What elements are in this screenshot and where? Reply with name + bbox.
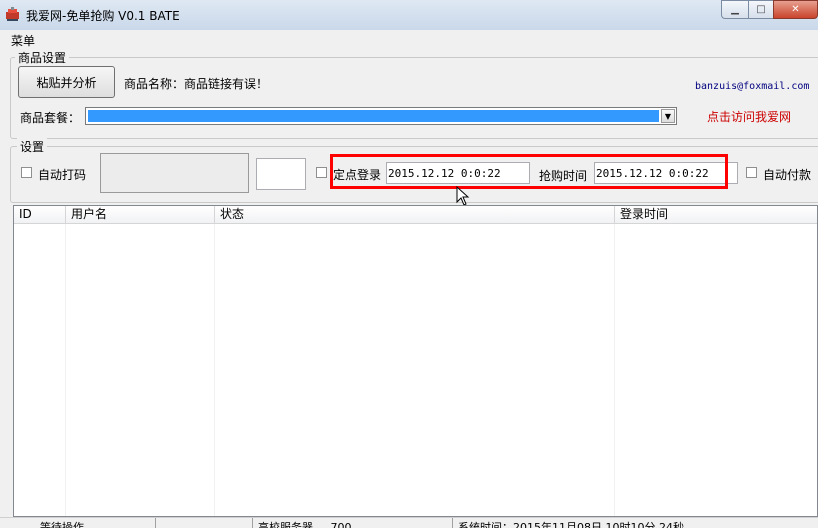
menu-bar: 菜单	[0, 30, 818, 48]
close-button[interactable]: ✕	[773, 0, 818, 19]
contact-email: banzuis@foxmail.com	[695, 81, 810, 92]
close-icon: ✕	[791, 4, 800, 15]
auto-captcha-checkbox[interactable]	[21, 167, 32, 178]
highlight-box	[330, 154, 728, 189]
package-label: 商品套餐：	[20, 111, 81, 125]
visit-site-link[interactable]: 点击访问我爱网	[707, 108, 791, 125]
maximize-icon: □	[756, 4, 766, 15]
column-header-username[interactable]: 用户名	[66, 206, 215, 223]
auto-captcha-label[interactable]: 自动打码	[38, 166, 86, 183]
timed-login-checkbox[interactable]	[316, 167, 327, 178]
menu-item-main[interactable]: 菜单	[11, 32, 35, 49]
auto-pay-label[interactable]: 自动付款	[763, 166, 811, 183]
app-icon	[6, 7, 19, 21]
settings-title: 设置	[17, 138, 48, 155]
package-select[interactable]: ▼	[85, 107, 677, 125]
product-settings-title: 商品设置	[15, 49, 70, 66]
column-header-login-time[interactable]: 登录时间	[615, 206, 817, 223]
captcha-image[interactable]	[100, 153, 249, 193]
list-header: ID 用户名 状态 登录时间	[14, 206, 817, 224]
title-bar: 我爱网-免单抢购 V0.1 BATE ▁ □ ✕	[0, 0, 818, 31]
column-divider	[614, 224, 615, 516]
captcha-input[interactable]	[256, 158, 306, 190]
column-divider	[65, 224, 66, 516]
column-header-id[interactable]: ID	[14, 206, 66, 223]
paste-analyze-button[interactable]: 粘贴并分析	[18, 66, 115, 98]
column-divider	[214, 224, 215, 516]
product-settings-group	[10, 57, 818, 139]
maximize-button[interactable]: □	[748, 0, 774, 19]
column-header-status[interactable]: 状态	[215, 206, 615, 223]
status-bar: 等待操作 高校服务器 ... 700 系统时间：2015年11月08日 10时1…	[0, 517, 818, 528]
dropdown-arrow-icon[interactable]: ▼	[661, 109, 675, 123]
package-selected-value	[88, 110, 659, 122]
window-title: 我爱网-免单抢购 V0.1 BATE	[26, 9, 180, 23]
minimize-icon: ▁	[731, 4, 739, 15]
product-name-label: 商品名称：	[124, 77, 185, 91]
product-name-value: 商品链接有误！	[184, 77, 269, 91]
account-list[interactable]: ID 用户名 状态 登录时间	[13, 205, 818, 517]
minimize-button[interactable]: ▁	[721, 0, 749, 19]
auto-pay-checkbox[interactable]	[746, 167, 757, 178]
mouse-cursor-icon	[456, 186, 470, 206]
